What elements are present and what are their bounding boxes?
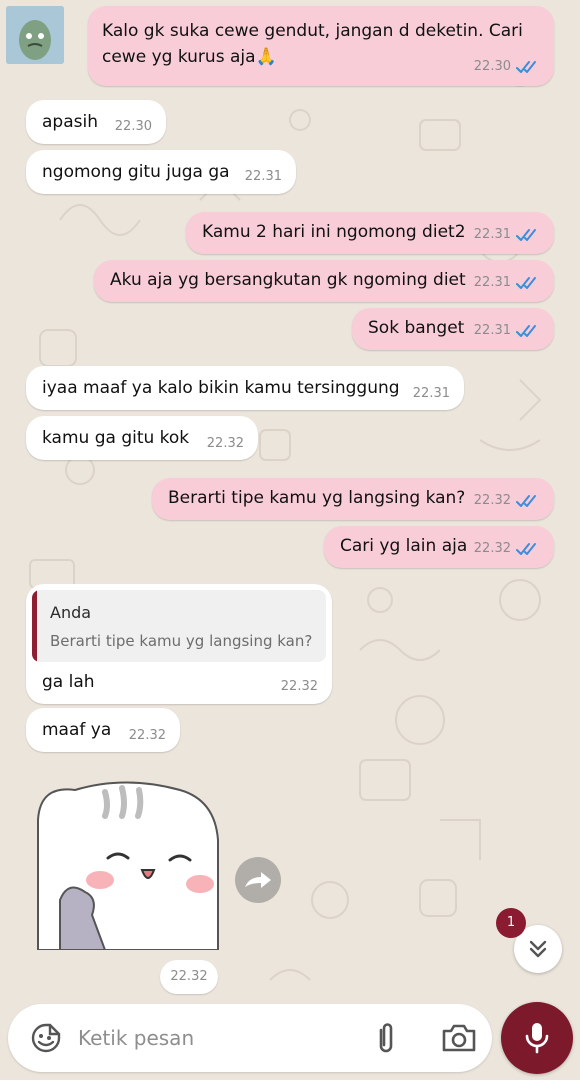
message-bubble-in[interactable]: iyaa maaf ya kalo bikin kamu tersinggung… [26, 366, 464, 410]
sticker-time: 22.32 [160, 960, 218, 994]
mic-button[interactable] [501, 1002, 573, 1074]
message-text: apasih [42, 112, 98, 132]
message-text: Berarti tipe kamu yg langsing kan? [168, 488, 466, 508]
emoji-icon[interactable] [30, 1022, 62, 1054]
read-receipt-icon [516, 543, 536, 555]
avatar-sticker-icon [6, 6, 64, 64]
message-time: 22.32 [128, 728, 166, 743]
message-bubble-out[interactable]: Kalo gk suka cewe gendut, jangan d deket… [88, 6, 554, 86]
forward-icon [245, 872, 271, 888]
message-time: 22.31 [244, 169, 282, 184]
message-text: ngomong gitu juga ga [42, 162, 230, 182]
message-composer[interactable]: Ketik pesan [8, 1004, 492, 1072]
message-text: Aku aja yg bersangkutan gk ngoming diet [110, 270, 466, 290]
message-input[interactable]: Ketik pesan [78, 1004, 194, 1072]
message-time: 22.32 [473, 541, 511, 556]
message-time: 22.31 [473, 323, 511, 338]
quoted-message[interactable]: Anda Berarti tipe kamu yg langsing kan? [32, 590, 326, 662]
mic-icon [525, 1023, 549, 1054]
double-chevron-down-icon [529, 940, 547, 958]
message-bubble-out[interactable]: Kamu 2 hari ini ngomong diet2 22.31 [186, 212, 554, 254]
message-bubble-out[interactable]: Cari yg lain aja 22.32 [324, 526, 554, 568]
message-bubble-in[interactable]: kamu ga gitu kok 22.32 [26, 416, 258, 460]
message-time: 22.31 [473, 227, 511, 242]
message-bubble-in[interactable]: apasih 22.30 [26, 100, 166, 144]
message-bubble-out[interactable]: Sok banget 22.31 [352, 308, 554, 350]
sticker-message[interactable] [30, 780, 220, 951]
message-bubble-out[interactable]: Aku aja yg bersangkutan gk ngoming diet … [94, 260, 554, 302]
message-bubble-in[interactable]: maaf ya 22.32 [26, 708, 180, 752]
message-bubble-in-reply[interactable]: Anda Berarti tipe kamu yg langsing kan? … [26, 584, 332, 704]
quote-text: Berarti tipe kamu yg langsing kan? [50, 632, 313, 650]
message-text: Kamu 2 hari ini ngomong diet2 [202, 222, 466, 242]
message-text: ga lah [42, 672, 95, 692]
message-time: 22.32 [280, 679, 318, 694]
message-time: 22.32 [206, 436, 244, 451]
attach-icon[interactable] [368, 1020, 404, 1056]
message-time: 22.30 [114, 119, 152, 134]
message-time: 22.31 [473, 275, 511, 290]
camera-icon[interactable] [440, 1021, 478, 1055]
read-receipt-icon [516, 325, 536, 337]
read-receipt-icon [516, 229, 536, 241]
message-text: Sok banget [368, 318, 465, 338]
message-text: kamu ga gitu kok [42, 428, 190, 448]
message-time: 22.32 [473, 493, 511, 508]
read-receipt-icon [516, 61, 536, 73]
message-time: 22.31 [412, 386, 450, 401]
read-receipt-icon [516, 495, 536, 507]
message-bubble-out[interactable]: Berarti tipe kamu yg langsing kan? 22.32 [152, 478, 554, 520]
message-bubble-in[interactable]: ngomong gitu juga ga 22.31 [26, 150, 296, 194]
message-text: iyaa maaf ya kalo bikin kamu tersinggung [42, 378, 400, 398]
cat-sticker-icon [37, 781, 219, 951]
message-text: maaf ya [42, 720, 112, 740]
message-time: 22.30 [473, 59, 511, 74]
unread-badge: 1 [496, 908, 526, 938]
quote-bar [32, 590, 37, 662]
avatar[interactable] [6, 6, 64, 64]
message-text: Cari yg lain aja [340, 536, 468, 556]
quote-author: Anda [50, 603, 92, 622]
read-receipt-icon [516, 277, 536, 289]
forward-button[interactable] [235, 857, 281, 903]
message-text: Kalo gk suka cewe gendut, jangan d deket… [102, 21, 523, 67]
